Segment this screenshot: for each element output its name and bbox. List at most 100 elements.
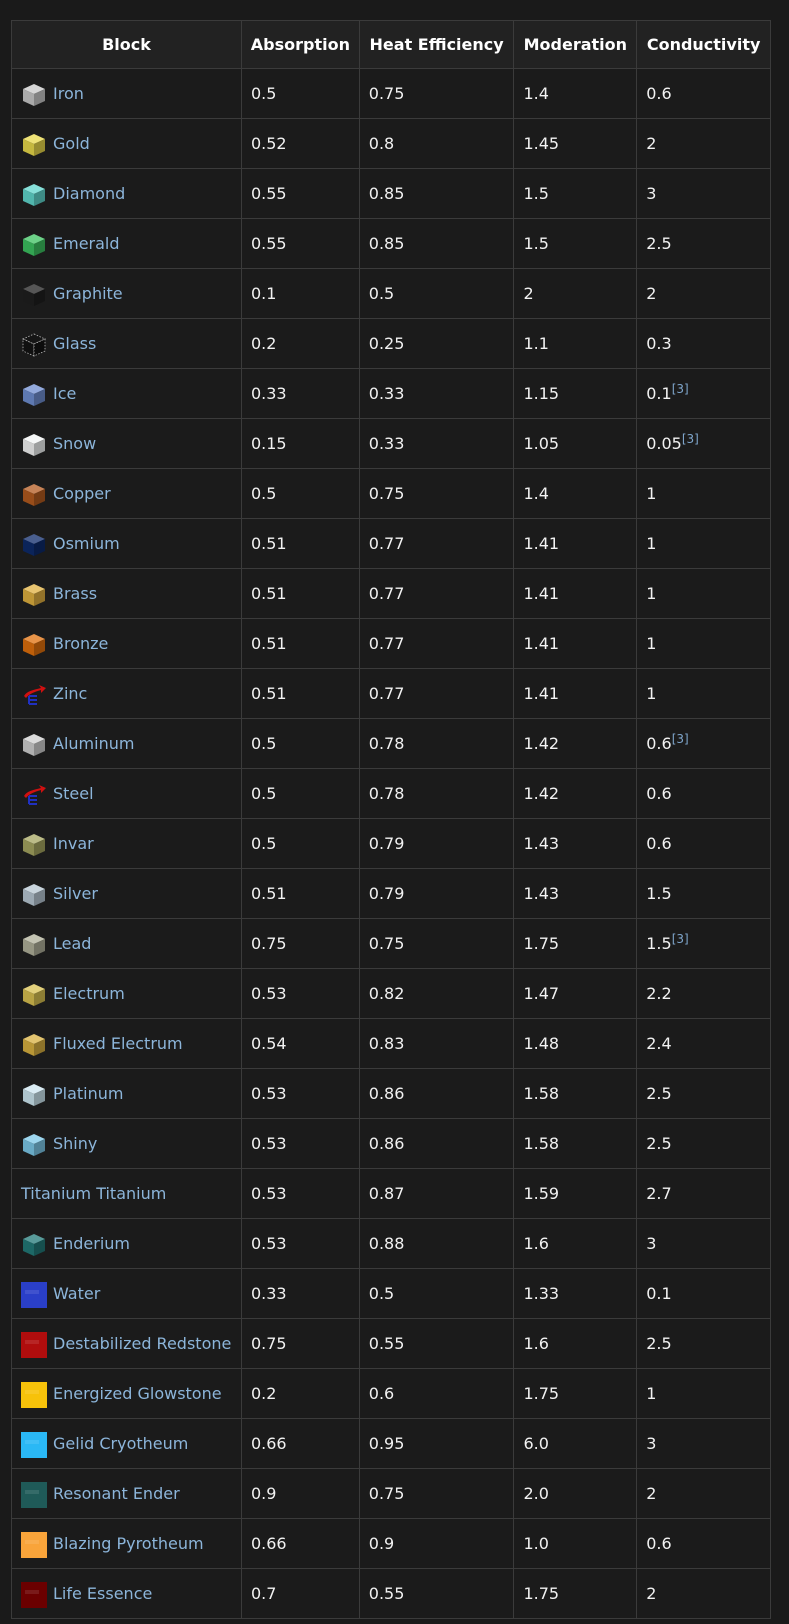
conductivity-cell: 0.3 [636, 318, 771, 369]
table-row: Titanium Titanium 0.53 0.87 1.59 2.7 [11, 1168, 771, 1219]
moderation-cell: 1.33 [513, 1268, 638, 1319]
heat-efficiency-cell-value: 0.87 [368, 1184, 405, 1203]
absorption-cell: 0.2 [240, 318, 360, 369]
copper-block-icon [21, 482, 45, 506]
block-link[interactable]: Lead [53, 934, 91, 953]
conductivity-cell-value: 0.6 [646, 834, 672, 853]
table-row: Steel 0.5 0.78 1.42 0.6 [11, 768, 771, 819]
block-link[interactable]: Blazing Pyrotheum [53, 1534, 204, 1553]
table-row: Ice 0.33 0.33 1.15 0.1[3] [11, 368, 771, 419]
heat-efficiency-cell-value: 0.33 [368, 434, 405, 453]
absorption-cell: 0.53 [240, 1218, 360, 1269]
moderation-cell: 1.6 [513, 1318, 638, 1369]
absorption-cell-value: 0.5 [250, 484, 277, 503]
block-cell: Copper [11, 468, 242, 519]
block-link[interactable]: Invar [53, 834, 94, 853]
conductivity-cell-value: 2.5 [646, 1134, 672, 1153]
absorption-cell-value: 0.33 [250, 384, 287, 403]
heat-efficiency-cell-value: 0.77 [368, 684, 405, 703]
moderation-cell-value: 1.15 [523, 384, 560, 403]
block-link[interactable]: Aluminum [53, 734, 134, 753]
absorption-cell: 0.51 [240, 618, 360, 669]
absorption-cell-value: 0.2 [250, 334, 277, 353]
block-link[interactable]: Gold [53, 134, 90, 153]
block-link[interactable]: Brass [53, 584, 97, 603]
conductivity-cell-value: 1 [646, 584, 657, 603]
block-link[interactable]: Destabilized Redstone [53, 1334, 231, 1353]
block-link[interactable]: Life Essence [53, 1584, 152, 1603]
heat-efficiency-cell-value: 0.5 [368, 284, 395, 303]
absorption-cell-value: 0.53 [250, 1084, 287, 1103]
conductivity-cell: 2.7 [636, 1168, 771, 1219]
block-link[interactable]: Zinc [53, 684, 87, 703]
block-link[interactable]: Fluxed Electrum [53, 1034, 183, 1053]
block-link[interactable]: Copper [53, 484, 111, 503]
conductivity-cell-value: 0.6 [646, 1534, 672, 1553]
absorption-cell: 0.51 [240, 868, 360, 919]
life-essence-fluid-icon [21, 1581, 47, 1608]
block-link[interactable]: Platinum [53, 1084, 123, 1103]
table-row: Brass 0.51 0.77 1.41 1 [11, 568, 771, 619]
block-link[interactable]: Graphite [53, 284, 123, 303]
table-row: Iron 0.5 0.75 1.4 0.6 [11, 68, 771, 119]
destabilized-redstone-fluid-icon [21, 1331, 47, 1358]
heat-efficiency-cell: 0.5 [358, 268, 515, 319]
glass-block-icon [21, 332, 46, 357]
absorption-cell: 0.75 [240, 1318, 360, 1369]
moderation-cell-value: 2.0 [523, 1484, 549, 1503]
block-cell: Silver [11, 868, 242, 919]
block-link[interactable]: Glass [53, 334, 96, 353]
conductivity-cell: 2.5 [636, 1118, 771, 1169]
heat-efficiency-cell: 0.77 [358, 518, 515, 569]
block-link[interactable]: Energized Glowstone [53, 1384, 222, 1403]
block-cell: Platinum [11, 1068, 242, 1119]
heat-efficiency-cell: 0.55 [358, 1568, 515, 1619]
heat-efficiency-cell: 0.83 [358, 1018, 515, 1069]
table-row: Emerald 0.55 0.85 1.5 2.5 [11, 218, 771, 269]
conductivity-cell-value: 0.1 [646, 384, 672, 403]
block-link[interactable]: Ice [53, 384, 76, 403]
block-link[interactable]: Snow [53, 434, 96, 453]
block-cell: Steel [11, 768, 242, 819]
absorption-cell-value: 0.53 [250, 984, 287, 1003]
block-link[interactable]: Iron [53, 84, 84, 103]
missing-texture-icon [21, 682, 46, 706]
moderation-cell-value: 1.42 [523, 734, 560, 753]
blazing-pyrotheum-fluid-icon [21, 1531, 47, 1558]
block-link[interactable]: Bronze [53, 634, 108, 653]
block-link[interactable]: Gelid Cryotheum [53, 1434, 188, 1453]
osmium-block-icon [21, 532, 45, 556]
block-link[interactable]: Titanium Titanium [21, 1184, 166, 1203]
table-row: Shiny 0.53 0.86 1.58 2.5 [11, 1118, 771, 1169]
absorption-cell-value: 0.9 [250, 1484, 277, 1503]
block-link[interactable]: Electrum [53, 984, 125, 1003]
reference-link[interactable]: [3] [672, 732, 689, 746]
gelid-cryotheum-fluid-icon [21, 1431, 47, 1458]
moderation-cell: 1.6 [513, 1218, 638, 1269]
invar-block-icon [21, 832, 45, 856]
block-link[interactable]: Resonant Ender [53, 1484, 180, 1503]
block-link[interactable]: Osmium [53, 534, 120, 553]
reference-link[interactable]: [3] [672, 932, 689, 946]
block-link[interactable]: Water [53, 1284, 100, 1303]
heat-efficiency-cell-value: 0.78 [368, 734, 405, 753]
absorption-cell: 0.5 [240, 718, 360, 769]
moderation-cell: 1.58 [513, 1068, 638, 1119]
conductivity-cell-value: 2.2 [646, 984, 672, 1003]
block-link[interactable]: Diamond [53, 184, 125, 203]
block-link[interactable]: Enderium [53, 1234, 130, 1253]
shiny-block-icon [21, 1132, 45, 1156]
block-link[interactable]: Silver [53, 884, 98, 903]
silver-block-icon [21, 882, 45, 906]
heat-efficiency-cell: 0.9 [358, 1518, 515, 1569]
block-link[interactable]: Shiny [53, 1134, 97, 1153]
reference-link[interactable]: [3] [672, 382, 689, 396]
heat-efficiency-cell: 0.82 [358, 968, 515, 1019]
block-cell: Destabilized Redstone [11, 1318, 242, 1369]
block-link[interactable]: Emerald [53, 234, 120, 253]
block-cell: Resonant Ender [11, 1468, 242, 1519]
reference-link[interactable]: [3] [682, 432, 699, 446]
moderation-cell: 1.58 [513, 1118, 638, 1169]
heat-efficiency-cell-value: 0.75 [368, 934, 405, 953]
block-link[interactable]: Steel [53, 784, 94, 803]
